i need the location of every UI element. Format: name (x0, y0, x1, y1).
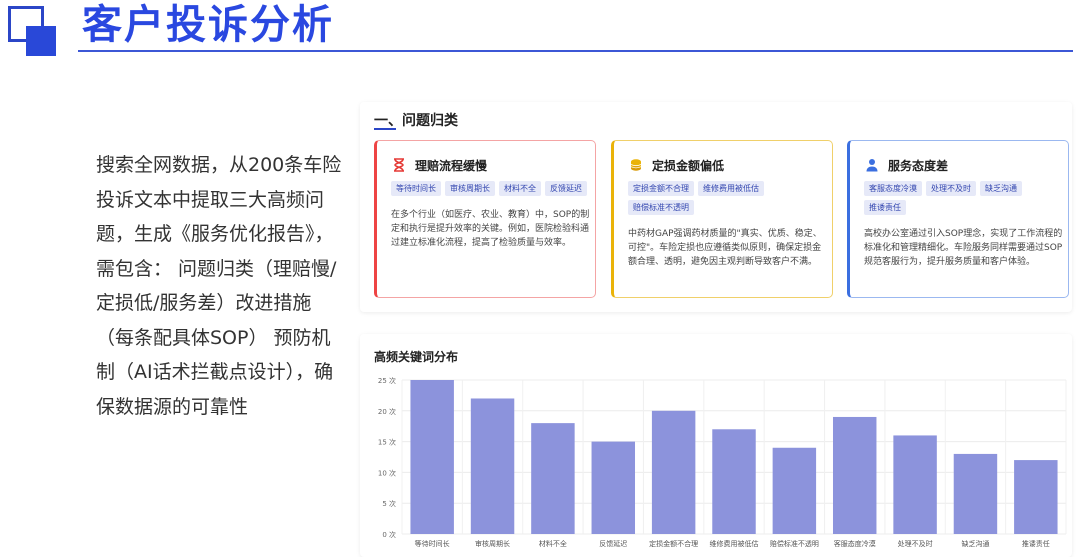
x-tick-label: 客服态度冷漠 (834, 539, 876, 548)
x-tick-label: 定损金额不合理 (649, 539, 698, 548)
y-tick-label: 10 次 (378, 468, 396, 477)
tag: 缺乏沟通 (980, 181, 1022, 196)
y-tick-label: 15 次 (378, 438, 396, 447)
card-text: 高校办公室通过引入SOP理念，实现了工作流程的标准化和管理精细化。车险服务同样需… (864, 229, 1063, 267)
keyword-bar-chart: 0 次 5 次 10 次 15 次 20 次 25 次等待时间长 审核周期长 材料不全 反馈延迟… (378, 376, 1067, 548)
bar[interactable] (470, 398, 515, 534)
keyword-chart-panel: 高频关键词分布 0 次5 次 10 次 15 次 20 次 25 次等待时间长 审核周期长… (360, 334, 1072, 557)
tag: 客服态度冷漠 (864, 181, 922, 196)
y-tick-label: 25 次 (378, 376, 396, 385)
x-tick-label: 推诿责任 (1022, 539, 1050, 548)
bar[interactable] (832, 416, 877, 534)
section-title: 一、问题归类 (374, 113, 458, 129)
tag: 维修费用被低估 (698, 181, 764, 196)
problem-category-panel: 一、问题归类 理赔流程缓慢 等待时间长 审核周期长 材料不全 反馈延迟 在多个行… (360, 102, 1072, 312)
card-header: 理赔流程缓慢 (391, 155, 583, 175)
x-tick-label: 缺乏沟通 (961, 539, 989, 548)
card-header: 服务态度差 (864, 155, 1056, 175)
tag: 处理不及时 (926, 181, 976, 196)
page-title: 客户投诉分析 (82, 2, 334, 48)
y-tick-label: 20 次 (378, 407, 396, 416)
title-divider (78, 50, 1073, 52)
bar[interactable] (531, 423, 575, 534)
card-title: 服务态度差 (888, 158, 949, 173)
bar[interactable] (893, 435, 937, 534)
x-tick-label: 维修费用被低估 (710, 539, 759, 548)
x-tick-label: 审核周期长 (475, 539, 510, 548)
card-claim-slow: 理赔流程缓慢 等待时间长 审核周期长 材料不全 反馈延迟 在多个行业（如医疗、农… (374, 140, 596, 298)
x-tick-label: 材料不全 (539, 539, 567, 548)
tag: 反馈延迟 (545, 181, 587, 196)
tag-list: 定损金额不合理 维修费用被低估 赔偿标准不透明 (628, 181, 828, 215)
tag-list: 客服态度冷漠 处理不及时 缺乏沟通 推诿责任 (864, 181, 1064, 215)
bar[interactable] (410, 380, 454, 534)
tag: 定损金额不合理 (628, 181, 694, 196)
tag-list: 等待时间长 审核周期长 材料不全 反馈延迟 (391, 181, 591, 196)
x-tick-label: 处理不及时 (898, 539, 933, 548)
user-icon (864, 157, 880, 173)
y-tick-label: 5 次 (382, 499, 396, 508)
x-tick-label: 等待时间长 (415, 539, 450, 548)
bar[interactable] (591, 441, 636, 534)
card-title: 理赔流程缓慢 (415, 158, 488, 173)
bar[interactable] (1014, 460, 1058, 534)
card-service-attitude: 服务态度差 客服态度冷漠 处理不及时 缺乏沟通 推诿责任 高校办公室通过引入SO… (847, 140, 1069, 298)
tag: 推诿责任 (864, 200, 906, 215)
card-title: 定损金额偏低 (652, 158, 725, 173)
bar[interactable] (651, 410, 696, 534)
tag: 审核周期长 (445, 181, 495, 196)
bar[interactable] (953, 453, 998, 534)
y-tick-label: 0 次 (382, 530, 396, 539)
card-header: 定损金额偏低 (628, 155, 820, 175)
card-text: 中药材GAP强调药材质量的"真实、优质、稳定、可控"。车险定损也应遵循类似原则，… (628, 229, 822, 267)
card-loss-assessment-low: 定损金额偏低 定损金额不合理 维修费用被低估 赔偿标准不透明 中药材GAP强调药… (611, 140, 833, 298)
hourglass-icon (391, 157, 407, 173)
bar[interactable] (712, 429, 756, 534)
section-title-underline (374, 128, 396, 130)
x-tick-label: 反馈延迟 (599, 539, 627, 548)
tag: 等待时间长 (391, 181, 441, 196)
tag: 材料不全 (499, 181, 541, 196)
coins-icon (628, 157, 644, 173)
logo (8, 6, 56, 56)
description-text: 搜索全网数据，从200条车险投诉文本中提取三大高频问题，生成《服务优化报告》，需… (96, 154, 342, 418)
x-tick-label: 赔偿标准不透明 (770, 539, 819, 548)
bar[interactable] (772, 447, 817, 534)
tag: 赔偿标准不透明 (628, 200, 694, 215)
card-text: 在多个行业（如医疗、农业、教育）中，SOP的制定和执行是提升效率的关键。例如，医… (391, 210, 590, 248)
logo-block (26, 26, 56, 56)
